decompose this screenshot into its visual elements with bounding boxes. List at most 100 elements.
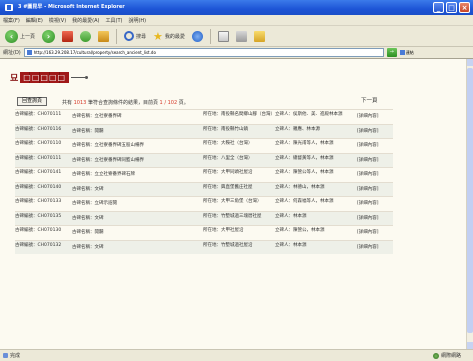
detail-link[interactable]: [詳細內容]	[357, 143, 393, 149]
detail-link[interactable]: [詳細內容]	[357, 245, 393, 251]
maximize-button[interactable]: □	[446, 2, 457, 13]
stop-button[interactable]	[60, 28, 75, 45]
menu-tools[interactable]: 工具(T)	[106, 17, 123, 24]
stele-erector: 立碑人：何森福等人，林本源	[275, 199, 334, 204]
stele-id: 古碑編號：CH070130	[15, 228, 62, 233]
detail-link[interactable]: [詳細內容]	[357, 230, 393, 236]
go-button[interactable]: →	[386, 48, 397, 57]
refresh-icon	[80, 30, 92, 42]
stele-id: 古碑編號：CH070140	[15, 184, 62, 190]
media-icon	[191, 30, 203, 42]
mail-button[interactable]	[216, 28, 231, 45]
stele-name: 古碑名稱：開闢	[72, 230, 104, 235]
menu-edit[interactable]: 編輯(E)	[26, 17, 43, 24]
media-button[interactable]	[190, 28, 205, 45]
stele-name: 古碑名稱：立立社寮番界碑石牌	[72, 172, 135, 177]
home-button[interactable]	[96, 28, 111, 45]
menu-favorites[interactable]: 我的最愛(A)	[72, 17, 99, 24]
page-banner: 묘 □□□□□	[10, 71, 89, 84]
stele-name: 古碑名稱：立社寮番界碑五股山柵界	[72, 143, 144, 148]
stele-id: 古碑編號：CH070141	[15, 170, 62, 175]
forward-arrow-icon: ›	[42, 29, 56, 43]
scroll-down-arrow-icon[interactable]	[467, 342, 473, 349]
results-page: 1 / 102	[159, 100, 178, 106]
address-url: http://163.29.208.17/cultural/property/s…	[33, 50, 156, 55]
stele-id: 古碑編號：CH070111	[15, 155, 62, 161]
stele-location: 所在地：南投縣竹山鎮	[203, 126, 248, 132]
stele-id: 古碑編號：CH070116	[15, 126, 62, 132]
scrollbar-thumb[interactable]	[467, 68, 473, 333]
detail-link[interactable]: [詳細內容]	[357, 216, 393, 222]
table-row: 古碑編號：CH070140 古碑名稱：文碑 所在地：興直堡舊庄社屋 立碑人：林德…	[15, 181, 393, 196]
stele-name: 古碑名稱：立社寮番界碑同籃山柵界	[72, 157, 144, 163]
menu-help[interactable]: 說明(H)	[128, 17, 146, 24]
page-done-icon	[3, 353, 8, 358]
address-input[interactable]: http://163.29.208.17/cultural/property/s…	[23, 48, 384, 57]
table-row: 古碑編號：CH070116 古碑名稱：開闢 所在地：南投縣竹山鎮 立碑人：羅應、…	[15, 123, 393, 138]
stele-location: 所在地：八里全（台灣）	[203, 155, 253, 161]
close-button[interactable]: ×	[459, 2, 470, 13]
window-controls: _ □ ×	[433, 2, 470, 13]
print-button[interactable]	[234, 28, 249, 45]
stele-location: 所在地：興直堡舊庄社屋	[203, 184, 253, 190]
back-button[interactable]: ‹ 上一頁	[3, 28, 37, 45]
detail-link[interactable]: [詳細內容]	[357, 172, 393, 178]
folder-button[interactable]	[252, 28, 267, 45]
toolbar-separator	[209, 28, 211, 44]
stele-location: 所在地：大甲同頭社屋沿	[203, 170, 253, 175]
table-row: 古碑編號：CH070135 古碑名稱：文碑 所在地：竹塹城過三塊厝社屋 立碑人：…	[15, 210, 393, 225]
stele-erector: 立碑人：總督黃等人，林本源	[275, 155, 334, 161]
stele-id: 古碑編號：CH070110	[15, 141, 62, 146]
status-left: 完成	[3, 352, 20, 359]
status-text: 完成	[10, 353, 21, 359]
favorites-button[interactable]: ★ 我的最愛	[151, 28, 187, 45]
back-button-label: 上一頁	[20, 33, 36, 40]
table-row: 古碑編號：CH070110 古碑名稱：立社寮番界碑五股山柵界 所在地：大鞍社（台…	[15, 138, 393, 153]
vertical-scrollbar[interactable]	[466, 59, 473, 349]
stele-name: 古碑名稱：立碑示詔閱	[72, 201, 117, 206]
stele-name: 古碑名稱：文碑	[72, 186, 104, 192]
menu-view[interactable]: 檢視(V)	[49, 17, 66, 24]
search-icon	[124, 31, 135, 41]
detail-link[interactable]: [詳細內容]	[357, 129, 393, 135]
print-icon	[235, 30, 247, 42]
stele-location: 所在地：大鞍社（台灣）	[203, 141, 253, 146]
detail-link[interactable]: [詳細內容]	[357, 187, 393, 193]
stele-name: 古碑名稱：立社寮番界碑	[72, 114, 122, 119]
scroll-up-arrow-icon[interactable]	[467, 59, 473, 66]
stele-name: 古碑名稱：文碑	[72, 244, 104, 250]
minimize-button[interactable]: _	[433, 2, 444, 13]
table-row: 古碑編號：CH070111 古碑名稱：立社寮番界碑同籃山柵界 所在地：八里全（台…	[15, 152, 393, 167]
banner-prefix: 묘	[10, 74, 19, 84]
table-row: 古碑編號：CH070141 古碑名稱：立立社寮番界碑石牌 所在地：大甲同頭社屋沿…	[15, 167, 393, 182]
internet-zone-icon	[432, 352, 439, 359]
links-button[interactable]: 連結	[399, 50, 414, 56]
stele-location: 所在地：大甲社屋沿	[203, 228, 244, 233]
back-arrow-icon: ‹	[5, 29, 18, 43]
stele-location: 所在地：大甲三角堡（台灣）	[203, 199, 262, 204]
refresh-button[interactable]	[78, 28, 93, 45]
window-titlebar: 3 #圖昆早 - Microsoft Internet Explorer _ □…	[0, 0, 473, 15]
detail-link[interactable]: [詳細內容]	[357, 158, 393, 164]
ie-app-icon	[5, 4, 13, 11]
search-button[interactable]: 搜尋	[122, 28, 148, 45]
table-row: 古碑編號：CH070132 古碑名稱：文碑 所在地：竹塹城過社屋沿 立碑人：林本…	[15, 239, 393, 254]
banner-title: □□□□□	[20, 72, 70, 83]
results-summary: 共有 1013 筆符合查詢條件的結果，目前頁 1 / 102 頁。	[62, 99, 189, 106]
next-page-link[interactable]: 下一頁	[361, 96, 378, 104]
folder-icon	[253, 30, 265, 42]
stele-location: 所在地：竹塹城過社屋沿	[203, 242, 253, 248]
back-to-search-button[interactable]: 回查詢頁	[17, 97, 47, 106]
home-icon	[98, 30, 110, 42]
favorites-button-label: 我的最愛	[164, 33, 185, 40]
links-icon	[399, 50, 405, 55]
stele-id: 古碑編號：CH070111	[15, 112, 62, 117]
detail-link[interactable]: [詳細內容]	[357, 201, 393, 207]
menu-file[interactable]: 檔案(F)	[3, 17, 20, 24]
window-title: 3 #圖昆早 - Microsoft Internet Explorer	[18, 4, 125, 10]
stele-erector: 立碑人：林德山，林本源	[275, 184, 325, 190]
star-icon: ★	[153, 29, 163, 43]
detail-link[interactable]: [詳細內容]	[357, 114, 393, 120]
stele-erector: 立碑人：侯斯他．美．進殿林本源	[275, 112, 343, 117]
forward-button[interactable]: ›	[40, 28, 57, 45]
